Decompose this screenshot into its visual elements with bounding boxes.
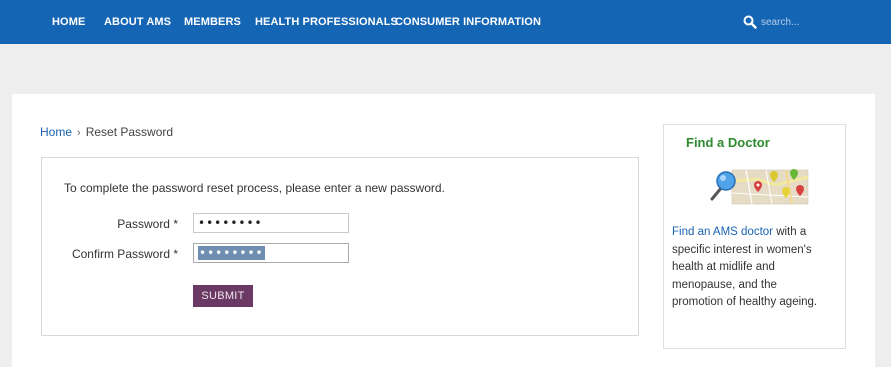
confirm-password-field[interactable]: ••••••••	[193, 243, 349, 263]
breadcrumb-current: Reset Password	[85, 125, 174, 139]
nav-health-professionals[interactable]: HEALTH PROFESSIONALS	[255, 16, 398, 28]
confirm-password-label: Confirm Password *	[71, 247, 178, 261]
password-label: Password *	[117, 217, 178, 231]
find-a-doctor-widget: Find a Doctor Find an AMS doctor with a …	[663, 124, 846, 349]
find-ams-doctor-link[interactable]: Find an AMS doctor	[672, 226, 773, 238]
password-field-value: ••••••••	[198, 216, 263, 230]
breadcrumb-home-link[interactable]: Home	[40, 125, 72, 139]
main-content-panel: Home › Reset Password To complete the pass…	[12, 94, 875, 367]
nav-about-ams[interactable]: ABOUT AMS	[104, 16, 171, 28]
nav-members[interactable]: MEMBERS	[184, 16, 241, 28]
search-box	[743, 14, 863, 32]
map-magnifier-icon[interactable]	[706, 167, 810, 207]
search-icon[interactable]	[743, 15, 757, 29]
top-navigation-bar: HOME ABOUT AMS MEMBERS HEALTH PROFESSION…	[0, 0, 891, 44]
nav-consumer-information[interactable]: CONSUMER INFORMATION	[395, 16, 541, 28]
submit-button[interactable]: SUBMIT	[193, 285, 253, 307]
form-instructions: To complete the password reset process, …	[64, 181, 445, 195]
breadcrumb-separator: ›	[77, 127, 81, 139]
find-a-doctor-body: with a specific interest in women's heal…	[672, 226, 818, 308]
find-a-doctor-title: Find a Doctor	[686, 135, 770, 150]
nav-home[interactable]: HOME	[52, 16, 85, 28]
confirm-password-field-value: ••••••••	[198, 246, 265, 260]
find-a-doctor-description: Find an AMS doctor with a specific inter…	[672, 224, 828, 312]
reset-password-form: To complete the password reset process, …	[41, 157, 639, 336]
breadcrumb: Home › Reset Password	[40, 125, 173, 139]
search-input[interactable]	[761, 14, 856, 30]
password-field[interactable]: ••••••••	[193, 213, 349, 233]
